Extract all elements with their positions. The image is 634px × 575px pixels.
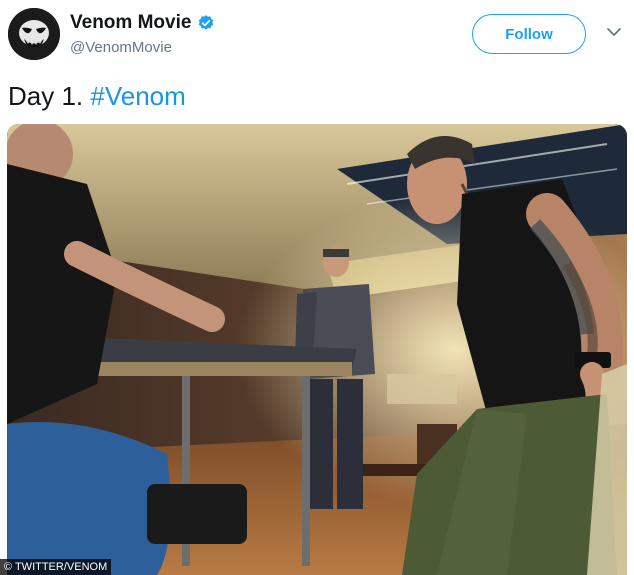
- verified-badge-icon: [199, 15, 214, 30]
- photo-illustration: [7, 124, 627, 575]
- tweet-text-prefix: Day 1.: [8, 81, 84, 111]
- venom-logo-icon: [8, 8, 60, 60]
- tweet-header: Venom Movie @VenomMovie Follow: [0, 0, 634, 70]
- hashtag-link[interactable]: #Venom: [90, 81, 185, 111]
- author-name[interactable]: Venom Movie: [70, 12, 191, 34]
- tweet-photo[interactable]: [7, 124, 627, 575]
- avatar[interactable]: [8, 8, 60, 60]
- author-handle[interactable]: @VenomMovie: [70, 39, 172, 56]
- tweet-text: Day 1. #Venom: [8, 81, 186, 112]
- follow-button[interactable]: Follow: [472, 14, 586, 54]
- chevron-down-icon[interactable]: [606, 26, 622, 38]
- photo-credit: © TWITTER/VENOM: [0, 559, 112, 575]
